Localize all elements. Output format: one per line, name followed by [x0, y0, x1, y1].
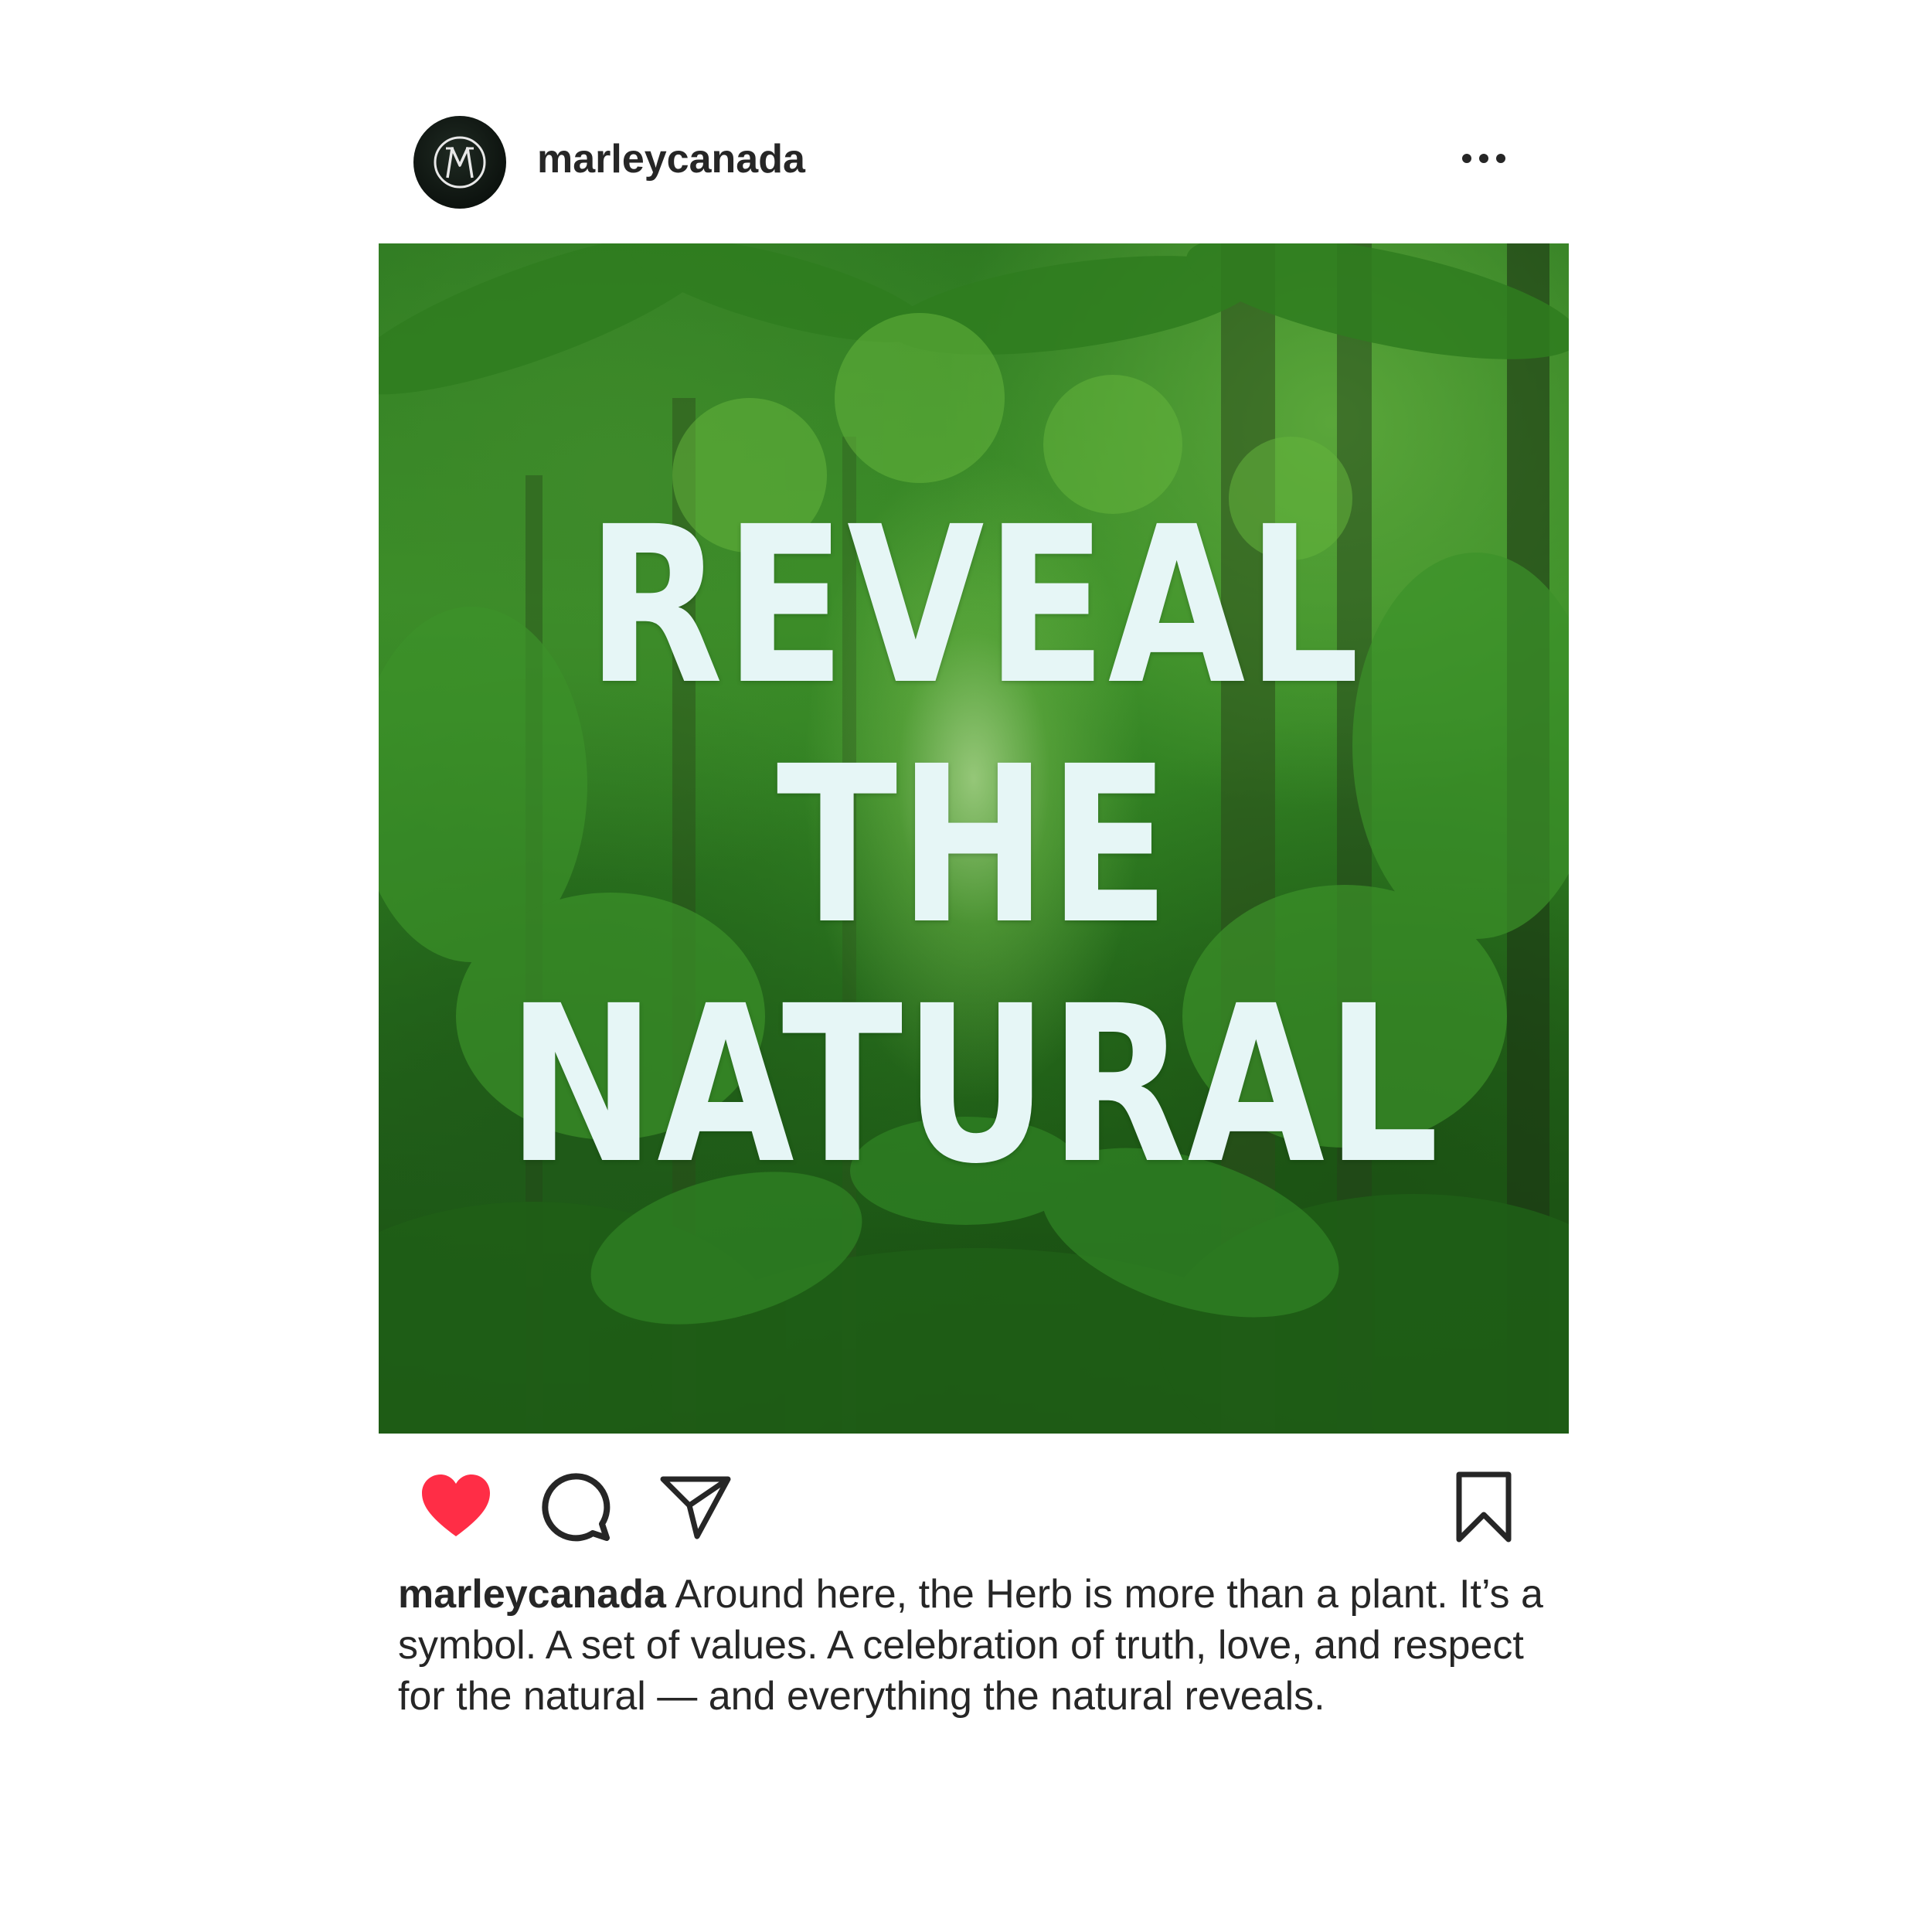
like-button[interactable] [417, 1468, 495, 1546]
overlay-text-line: THE [776, 720, 1172, 972]
overlay-text-line: REVEAL [586, 481, 1362, 733]
post-header: marleycanada [379, 108, 1569, 216]
heart-filled-icon [422, 1475, 490, 1536]
paper-plane-icon [660, 1476, 731, 1539]
comment-icon [542, 1473, 611, 1542]
save-button[interactable] [1445, 1468, 1522, 1546]
post-caption: marleycanada Around here, the Herb is mo… [398, 1569, 1565, 1722]
post-actions [379, 1453, 1569, 1546]
more-options-icon[interactable] [1453, 143, 1515, 174]
post-username[interactable]: marleycanada [537, 139, 805, 179]
avatar[interactable] [413, 116, 506, 209]
caption-username[interactable]: marleycanada [398, 1572, 666, 1617]
share-button[interactable] [657, 1468, 734, 1546]
bookmark-icon [1456, 1471, 1512, 1543]
comment-button[interactable] [537, 1468, 614, 1546]
post-image[interactable]: REVEAL THE NATURAL [379, 243, 1569, 1434]
marley-logo-icon [434, 136, 486, 189]
overlay-text-line: NATURAL [507, 960, 1440, 1212]
